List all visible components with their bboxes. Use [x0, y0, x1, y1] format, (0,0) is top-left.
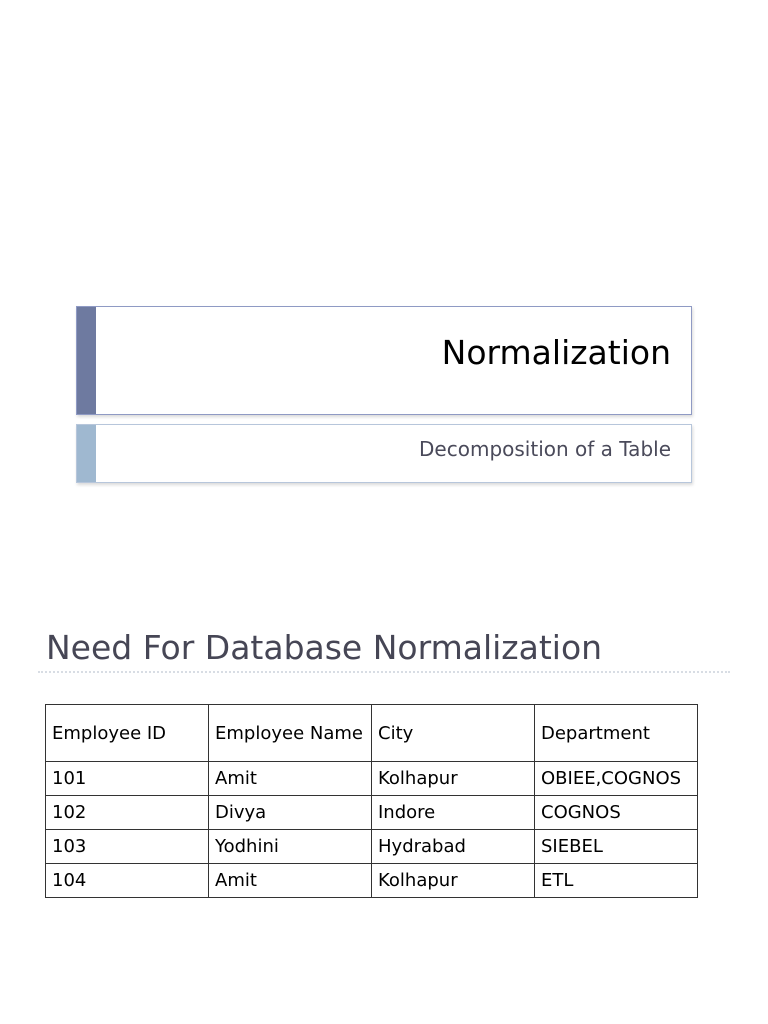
table-cell: Indore: [371, 795, 535, 830]
header-cell: Department: [534, 704, 698, 762]
table-cell: 104: [45, 863, 209, 898]
table-cell: Divya: [208, 795, 372, 830]
table-cell: Kolhapur: [371, 761, 535, 796]
table-cell: COGNOS: [534, 795, 698, 830]
slide-title: Normalization: [441, 333, 671, 372]
header-cell: Employee ID: [45, 704, 209, 762]
subtitle-box: Decomposition of a Table: [76, 424, 692, 483]
divider: [38, 671, 730, 673]
table-cell: Amit: [208, 761, 372, 796]
table-row: 103 Yodhini Hydrabad SIEBEL: [45, 829, 698, 864]
table-cell: Hydrabad: [371, 829, 535, 864]
table-cell: 102: [45, 795, 209, 830]
table-row: 101 Amit Kolhapur OBIEE,COGNOS: [45, 761, 698, 796]
employee-table: Employee ID Employee Name City Departmen…: [45, 704, 698, 898]
table-cell: 103: [45, 829, 209, 864]
table-row: 102 Divya Indore COGNOS: [45, 795, 698, 830]
header-cell: Employee Name: [208, 704, 372, 762]
table-header-row: Employee ID Employee Name City Departmen…: [45, 704, 698, 762]
slide-subtitle: Decomposition of a Table: [419, 437, 671, 461]
slide-heading: Need For Database Normalization: [46, 628, 603, 667]
table-cell: 101: [45, 761, 209, 796]
table-cell: ETL: [534, 863, 698, 898]
accent-bar: [77, 425, 96, 482]
table-cell: OBIEE,COGNOS: [534, 761, 698, 796]
accent-bar: [77, 307, 96, 414]
table-cell: Kolhapur: [371, 863, 535, 898]
title-box: Normalization: [76, 306, 692, 415]
table-cell: SIEBEL: [534, 829, 698, 864]
header-cell: City: [371, 704, 535, 762]
table-row: 104 Amit Kolhapur ETL: [45, 863, 698, 898]
table-cell: Yodhini: [208, 829, 372, 864]
table-cell: Amit: [208, 863, 372, 898]
